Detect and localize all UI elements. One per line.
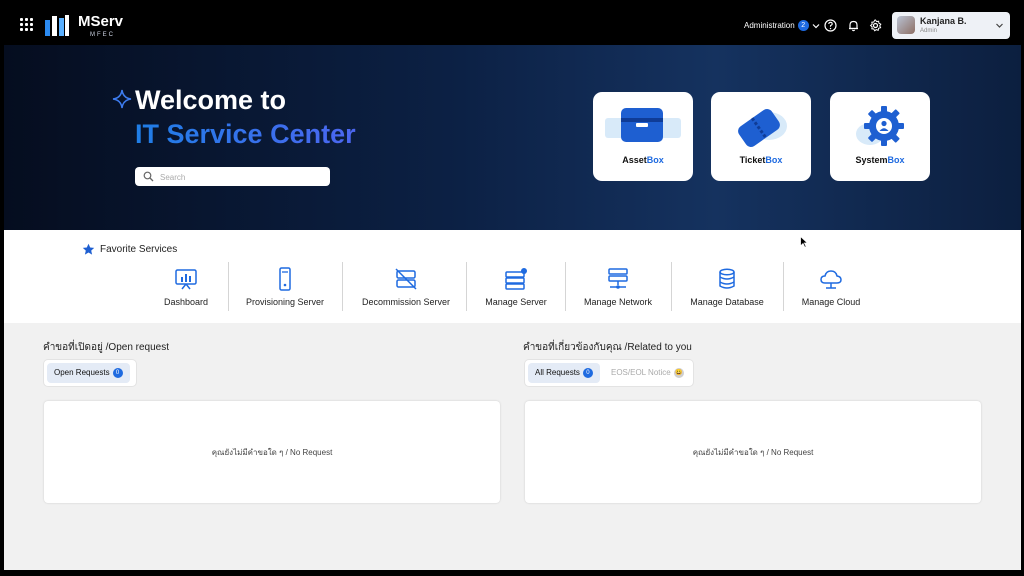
service-label: Dashboard (163, 297, 209, 307)
service-provisioning-server[interactable]: Provisioning Server (240, 267, 330, 312)
tab-open-requests[interactable]: Open Requests 0 (47, 363, 130, 383)
divider (342, 262, 343, 311)
sparkle-icon (112, 89, 132, 109)
database-icon (719, 268, 735, 289)
dashboard-icon (175, 269, 197, 290)
network-icon (608, 268, 628, 289)
notification-bell-icon[interactable] (847, 19, 860, 32)
favorite-services-header: Favorite Services (82, 243, 177, 256)
service-dashboard[interactable]: Dashboard (156, 267, 216, 312)
manage-server-icon (505, 268, 527, 290)
administration-menu[interactable]: Administration 2 (744, 20, 820, 31)
related-tabs: All Requests 0 EOS/EOL Notice 😀 (524, 359, 694, 387)
count-badge: 😀 (673, 367, 684, 378)
chevron-down-icon (812, 23, 820, 28)
favorite-services: Favorite Services Dashboard Provisioning… (4, 230, 1021, 323)
service-manage-database[interactable]: Manage Database (684, 267, 770, 312)
user-name: Kanjana B. (920, 16, 967, 26)
tab-label: Open Requests (54, 368, 110, 377)
divider (228, 262, 229, 311)
tab-all-requests[interactable]: All Requests 0 (528, 363, 600, 383)
assetbox-card[interactable]: AssetBox (593, 92, 693, 181)
service-label: Manage Cloud (801, 297, 861, 307)
user-role: Admin (920, 28, 938, 34)
cloud-icon (820, 270, 842, 289)
service-decommission-server[interactable]: Decommission Server (356, 267, 456, 312)
divider (783, 262, 784, 311)
server-icon (279, 267, 291, 291)
help-icon[interactable] (824, 19, 837, 32)
search-input[interactable] (158, 169, 322, 186)
divider (466, 262, 467, 311)
brand-subtitle: MFEC (90, 32, 115, 38)
count-badge: 0 (112, 367, 123, 378)
service-label: Manage Server (485, 297, 547, 307)
mouse-cursor-icon (800, 236, 808, 248)
administration-count-badge: 2 (797, 20, 809, 31)
server-off-icon (395, 268, 417, 290)
asset-box-icon (605, 108, 681, 142)
service-manage-server[interactable]: Manage Server (480, 267, 552, 312)
favorite-services-title: Favorite Services (100, 244, 178, 255)
divider (565, 262, 566, 311)
systembox-label: SystemBox (855, 155, 905, 165)
related-title: คำขอที่เกี่ยวข้องกับคุณ /Related to you (523, 342, 692, 353)
service-label: Decommission Server (361, 297, 451, 307)
search-icon (143, 171, 154, 182)
ticketbox-card[interactable]: TicketBox (711, 92, 811, 181)
user-profile-menu[interactable]: Kanjana B. Admin (892, 12, 1010, 39)
top-bar: MServ MFEC Administration 2 Kanjana B. A… (4, 5, 1021, 45)
systembox-card[interactable]: SystemBox (830, 92, 930, 181)
system-gear-icon (856, 106, 904, 146)
service-manage-network[interactable]: Manage Network (578, 267, 658, 312)
search-box[interactable] (135, 167, 330, 186)
count-badge: 0 (582, 367, 593, 378)
tab-label: All Requests (535, 368, 580, 377)
service-label: Provisioning Server (245, 297, 325, 307)
star-icon (82, 243, 95, 255)
open-request-title: คำขอที่เปิดอยู่ /Open request (43, 342, 170, 353)
open-request-panel: คุณยังไม่มีคำขอใด ๆ / No Request (44, 401, 500, 503)
administration-label: Administration (744, 21, 795, 30)
tab-eos-eol-notice[interactable]: EOS/EOL Notice 😀 (604, 363, 691, 383)
empty-state-text: คุณยังไม่มีคำขอใด ๆ / No Request (692, 448, 814, 457)
settings-gear-icon[interactable] (869, 19, 882, 32)
empty-state-text: คุณยังไม่มีคำขอใด ๆ / No Request (211, 448, 333, 457)
ticket-icon (738, 109, 787, 147)
hero-banner: Welcome to IT Service Center AssetBox (4, 45, 1021, 230)
avatar (897, 16, 915, 34)
tab-label: EOS/EOL Notice (611, 368, 671, 377)
welcome-title: Welcome to (135, 85, 287, 115)
mserv-logo-icon (45, 15, 69, 36)
service-manage-cloud[interactable]: Manage Cloud (798, 267, 864, 312)
app-frame: MServ MFEC Administration 2 Kanjana B. A… (4, 5, 1021, 570)
open-request-tabs: Open Requests 0 (43, 359, 137, 387)
service-label: Manage Database (690, 297, 764, 307)
ticketbox-label: TicketBox (739, 155, 783, 165)
chevron-down-icon (996, 23, 1003, 28)
assetbox-label: AssetBox (622, 155, 664, 165)
service-center-title: IT Service Center (135, 119, 356, 149)
related-panel: คุณยังไม่มีคำขอใด ๆ / No Request (525, 401, 981, 503)
divider (671, 262, 672, 311)
app-launcher-icon[interactable] (20, 18, 34, 32)
service-label: Manage Network (583, 297, 653, 307)
brand-name: MServ (78, 13, 124, 30)
